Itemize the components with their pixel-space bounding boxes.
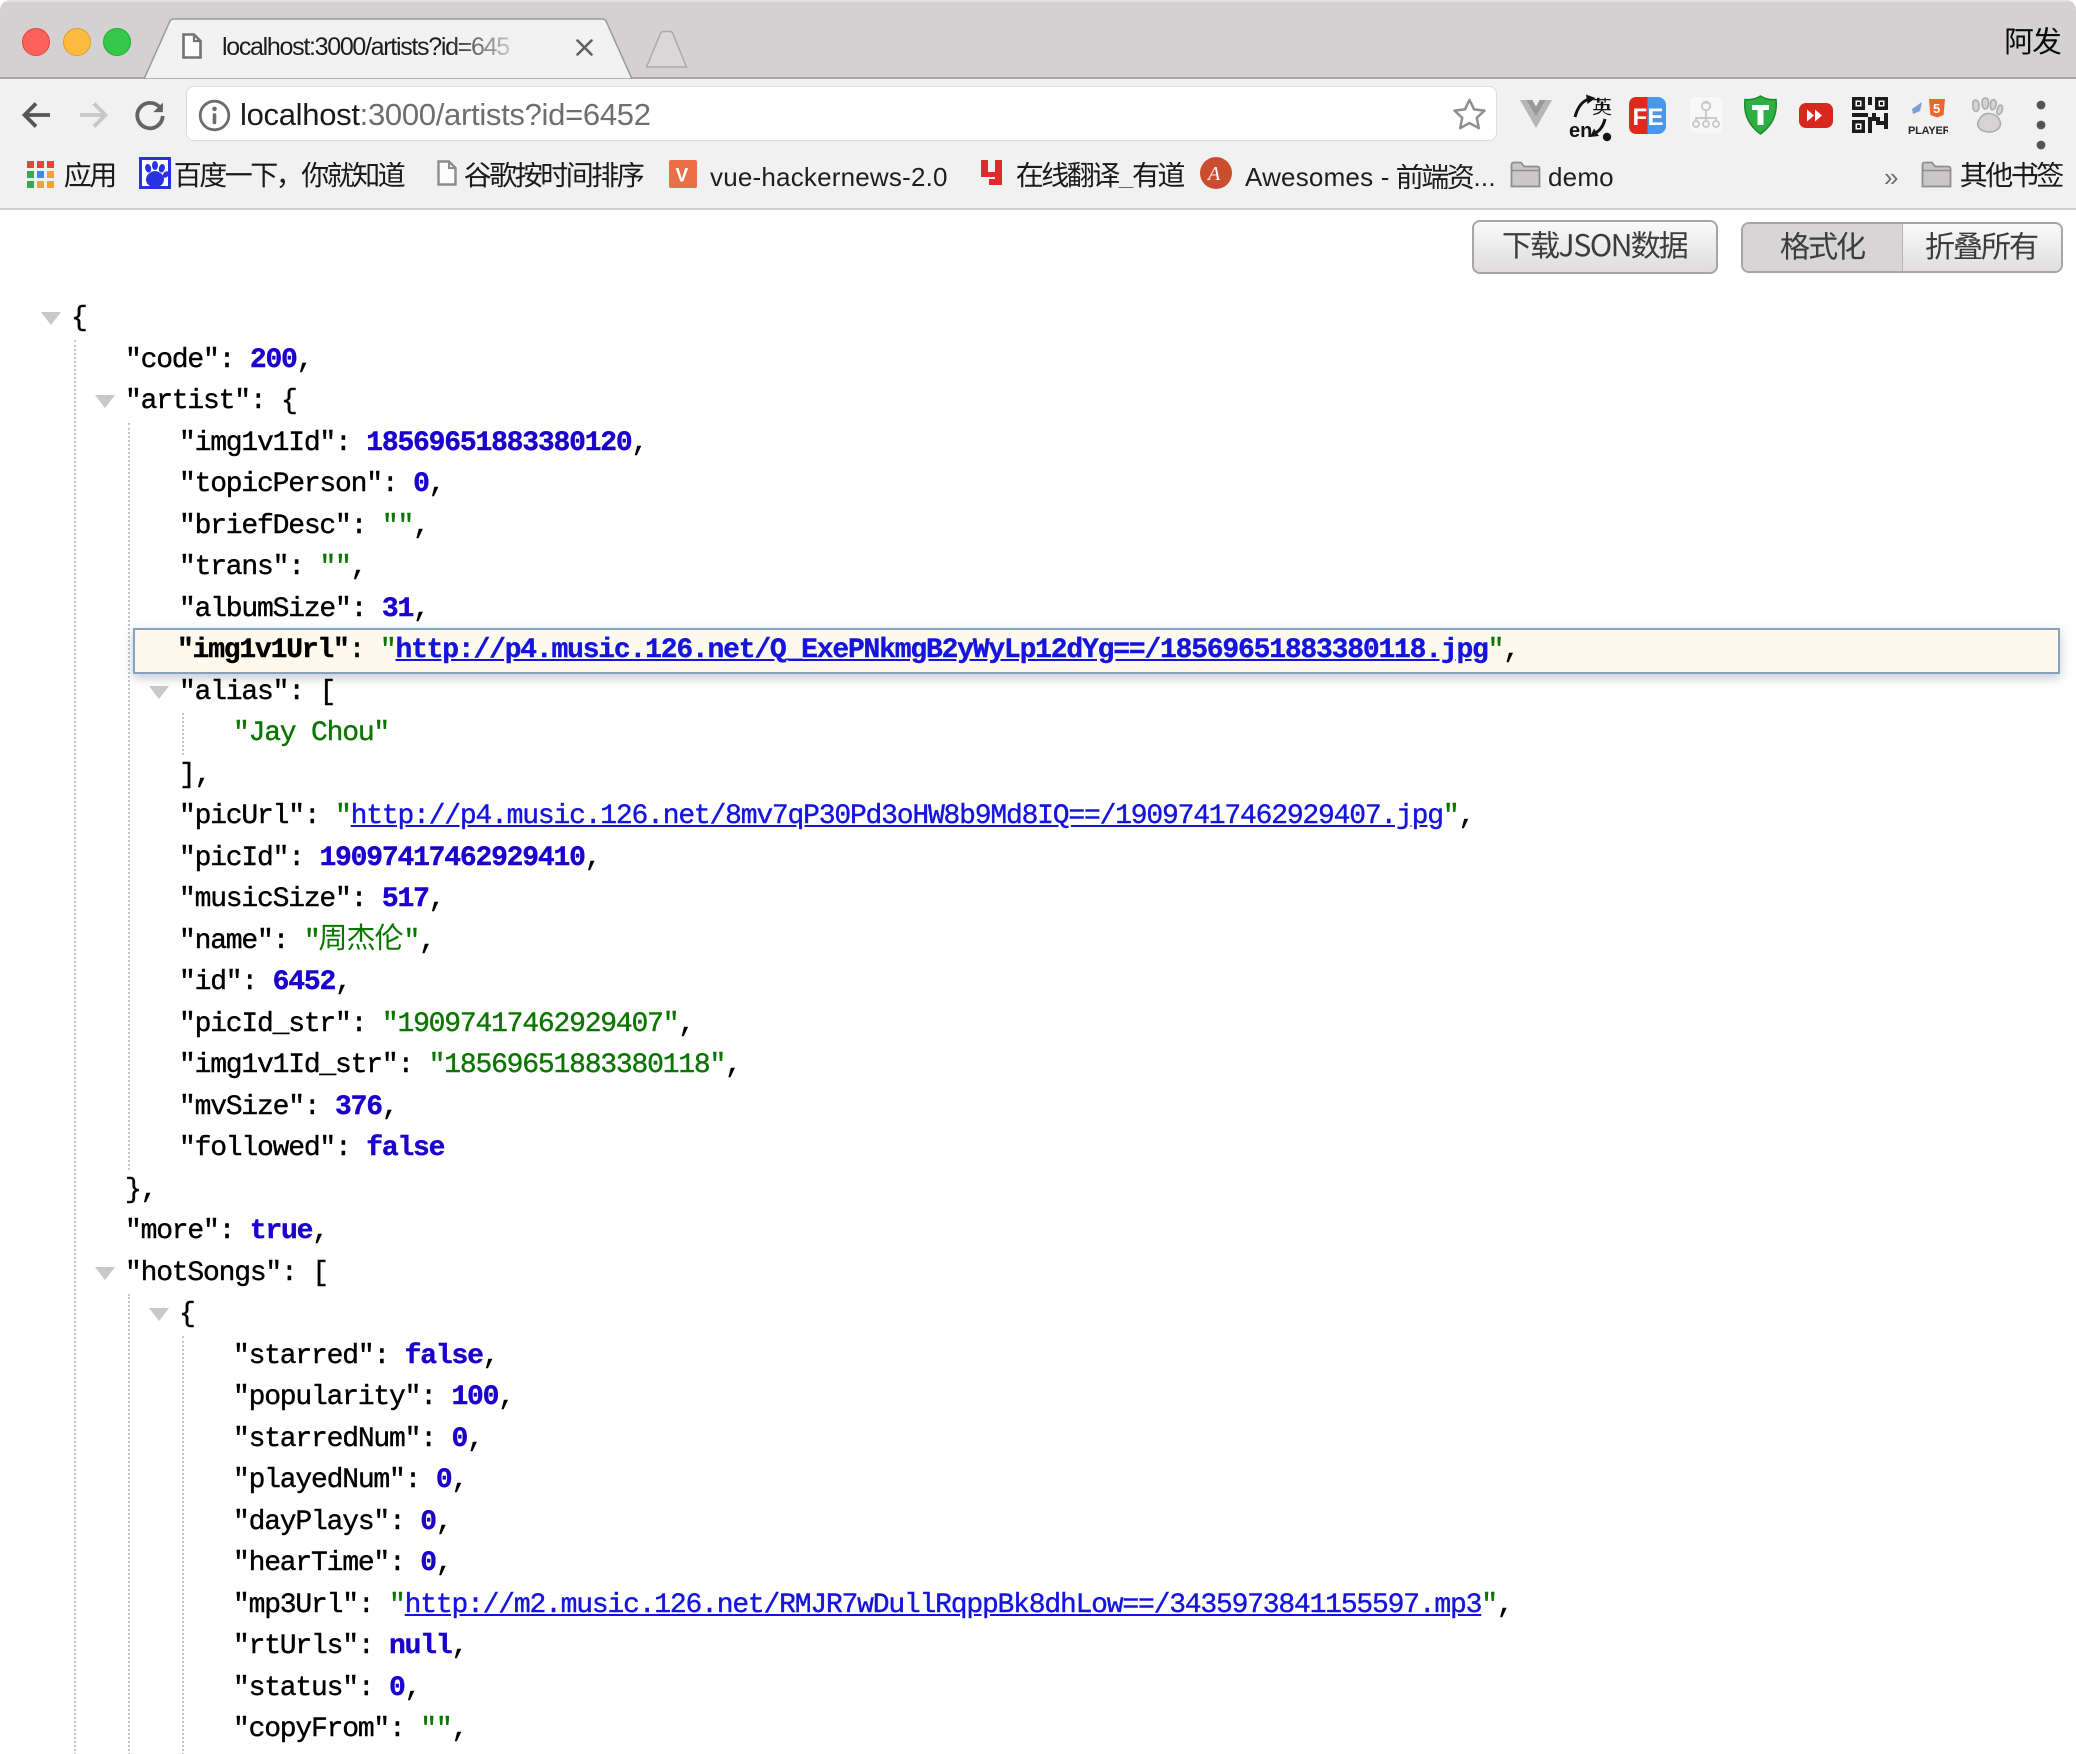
svg-text:F: F <box>1633 104 1648 131</box>
svg-text:V: V <box>676 166 689 187</box>
svg-text:A: A <box>1206 163 1221 185</box>
svg-text:E: E <box>1648 104 1664 131</box>
svg-text:en: en <box>1569 120 1592 142</box>
svg-text:PLAYER: PLAYER <box>1908 125 1948 137</box>
svg-text:5: 5 <box>1933 101 1940 116</box>
